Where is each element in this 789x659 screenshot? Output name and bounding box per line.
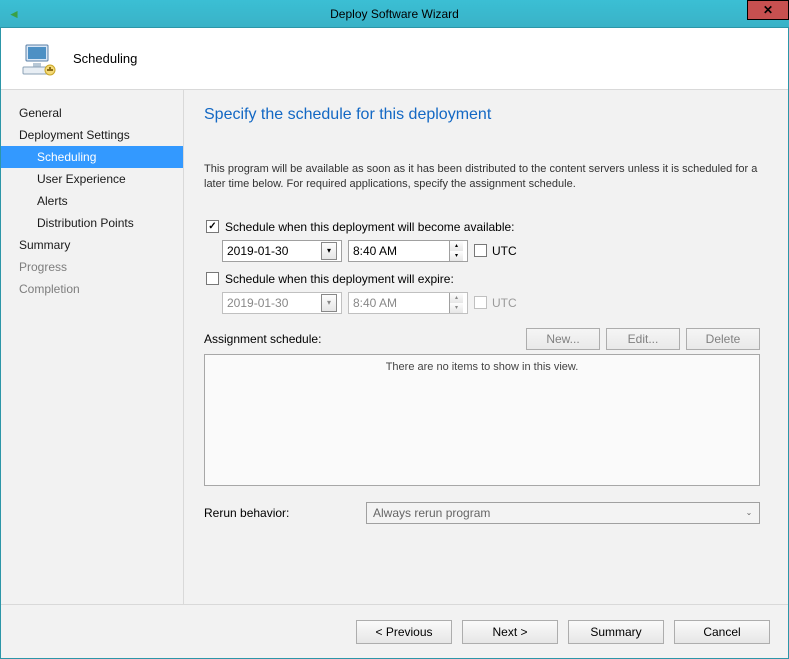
previous-button[interactable]: < Previous (356, 620, 452, 644)
delete-button[interactable]: Delete (686, 328, 760, 350)
assignment-schedule-label: Assignment schedule: (204, 332, 520, 346)
nav-alerts[interactable]: Alerts (1, 190, 183, 212)
panel-title: Specify the schedule for this deployment (204, 106, 760, 124)
nav-deployment-settings[interactable]: Deployment Settings (1, 124, 183, 146)
expire-date-value: 2019-01-30 (227, 296, 288, 310)
available-date-value: 2019-01-30 (227, 244, 288, 258)
expire-time-value: 8:40 AM (353, 296, 397, 310)
schedule-available-label: Schedule when this deployment will becom… (225, 220, 515, 234)
edit-button[interactable]: Edit... (606, 328, 680, 350)
wizard-body: General Deployment Settings Scheduling U… (1, 90, 788, 604)
nav-summary[interactable]: Summary (1, 234, 183, 256)
close-button[interactable]: ✕ (747, 0, 789, 20)
title-bar: ◄ Deploy Software Wizard ✕ (0, 0, 789, 28)
expire-date-input: 2019-01-30 ▾ (222, 292, 342, 314)
summary-button[interactable]: Summary (568, 620, 664, 644)
nav-completion[interactable]: Completion (1, 278, 183, 300)
expire-time-input: 8:40 AM ▴▾ (348, 292, 468, 314)
schedule-expire-inputs: 2019-01-30 ▾ 8:40 AM ▴▾ UTC (222, 292, 760, 314)
calendar-icon[interactable]: ▾ (321, 242, 337, 260)
available-utc-checkbox[interactable] (474, 244, 487, 257)
expire-utc-checkbox (474, 296, 487, 309)
available-date-input[interactable]: 2019-01-30 ▾ (222, 240, 342, 262)
time-spinner[interactable]: ▴▾ (449, 241, 463, 261)
close-icon: ✕ (763, 3, 773, 17)
schedule-available-row: Schedule when this deployment will becom… (206, 220, 760, 234)
nav-progress[interactable]: Progress (1, 256, 183, 278)
schedule-expire-label: Schedule when this deployment will expir… (225, 272, 454, 286)
wizard-footer: < Previous Next > Summary Cancel (1, 604, 788, 658)
schedule-expire-checkbox[interactable] (206, 272, 219, 285)
wizard-nav: General Deployment Settings Scheduling U… (1, 90, 183, 604)
new-button[interactable]: New... (526, 328, 600, 350)
panel-intro: This program will be available as soon a… (204, 162, 760, 192)
time-spinner: ▴▾ (449, 293, 463, 313)
rerun-row: Rerun behavior: Always rerun program ⌄ (204, 502, 760, 524)
rerun-select[interactable]: Always rerun program ⌄ (366, 502, 760, 524)
client-area: Scheduling General Deployment Settings S… (0, 28, 789, 659)
expire-utc-row: UTC (474, 296, 517, 310)
nav-user-experience[interactable]: User Experience (1, 168, 183, 190)
available-time-input[interactable]: 8:40 AM ▴▾ (348, 240, 468, 262)
schedule-expire-row: Schedule when this deployment will expir… (206, 272, 760, 286)
assignment-listbox[interactable]: There are no items to show in this view. (204, 354, 760, 486)
back-arrow-icon: ◄ (8, 7, 20, 21)
rerun-label: Rerun behavior: (204, 506, 334, 520)
wizard-header: Scheduling (1, 28, 788, 90)
computer-icon (19, 39, 59, 79)
nav-general[interactable]: General (1, 102, 183, 124)
available-utc-row: UTC (474, 244, 517, 258)
expire-utc-label: UTC (492, 296, 517, 310)
schedule-available-checkbox[interactable] (206, 220, 219, 233)
calendar-icon: ▾ (321, 294, 337, 312)
wizard-step-heading: Scheduling (73, 51, 137, 66)
next-button[interactable]: Next > (462, 620, 558, 644)
assignment-schedule-row: Assignment schedule: New... Edit... Dele… (204, 328, 760, 350)
nav-scheduling[interactable]: Scheduling (1, 146, 183, 168)
assignment-listbox-empty: There are no items to show in this view. (386, 361, 579, 485)
schedule-available-inputs: 2019-01-30 ▾ 8:40 AM ▴▾ UTC (222, 240, 760, 262)
available-time-value: 8:40 AM (353, 244, 397, 258)
chevron-down-icon: ⌄ (741, 504, 757, 522)
cancel-button[interactable]: Cancel (674, 620, 770, 644)
rerun-value: Always rerun program (373, 506, 490, 520)
available-utc-label: UTC (492, 244, 517, 258)
window-title: Deploy Software Wizard (0, 7, 789, 21)
nav-distribution-points[interactable]: Distribution Points (1, 212, 183, 234)
wizard-panel: Specify the schedule for this deployment… (183, 90, 788, 604)
